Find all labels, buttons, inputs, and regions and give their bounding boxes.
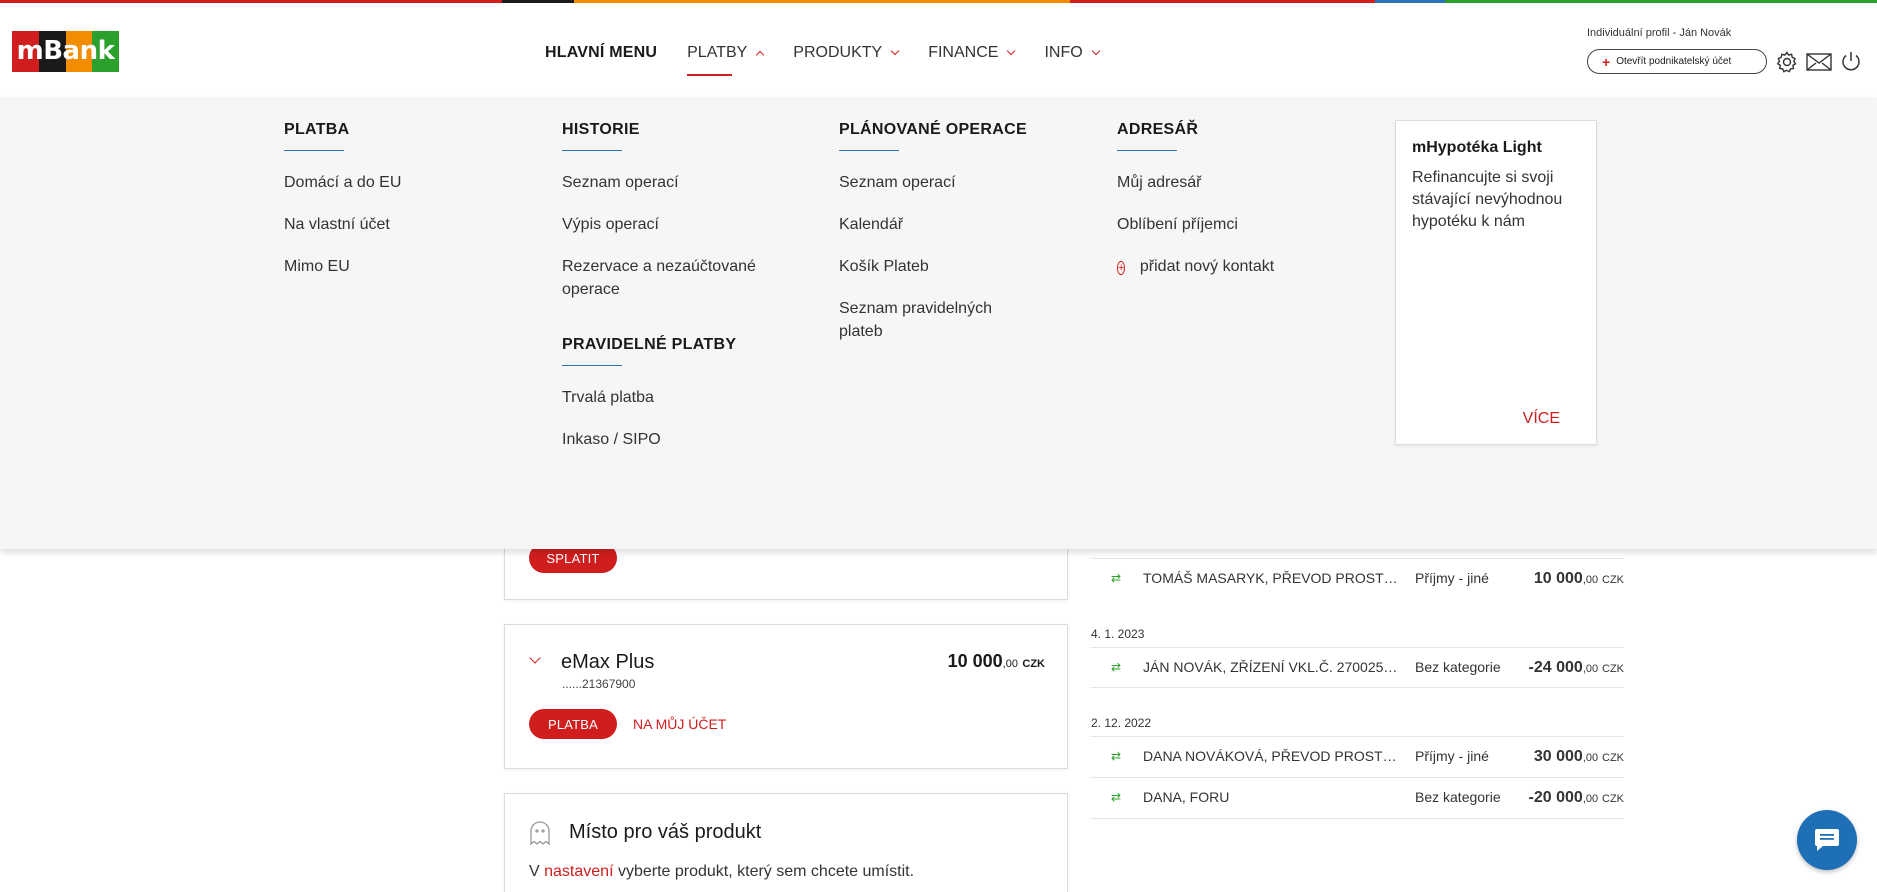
column-title: PRAVIDELNÉ PLATBY bbox=[562, 336, 772, 366]
platby-mega-menu: PLATBA Domácí a do EU Na vlastní účet Mi… bbox=[0, 97, 1877, 549]
nav-produkty[interactable]: PRODUKTY bbox=[793, 41, 900, 65]
divider bbox=[1091, 687, 1624, 688]
mbank-logo[interactable]: mBank bbox=[12, 31, 119, 72]
menu-link-seznam-operaci[interactable]: Seznam operací bbox=[562, 171, 772, 194]
transaction-name: JÁN NOVÁK, ZŘÍZENÍ VKL.Č. 2700254040 bbox=[1143, 659, 1405, 675]
transaction-name: DANA, FORU bbox=[1143, 789, 1230, 805]
divider bbox=[1091, 818, 1624, 819]
nav-label: PRODUKTY bbox=[793, 44, 883, 61]
menu-link-mimo-eu[interactable]: Mimo EU bbox=[284, 255, 401, 278]
menu-link-kalendar[interactable]: Kalendář bbox=[839, 213, 1029, 236]
plus-circle-icon: + bbox=[1117, 261, 1126, 275]
column-title: HISTORIE bbox=[562, 121, 772, 151]
main-nav: HLAVNÍ MENU PLATBY PRODUKTY FINANCE INFO bbox=[545, 41, 1129, 76]
menu-link-pravidelne-platby[interactable]: Seznam pravidelných plateb bbox=[839, 297, 1029, 343]
transaction-row[interactable]: ⇄ TOMÁŠ MASARYK, PŘEVOD PROSTŘEDKŮ Příjm… bbox=[1091, 558, 1624, 598]
nav-info[interactable]: INFO bbox=[1044, 41, 1100, 65]
menu-column-historie: HISTORIE Seznam operací Výpis operací Re… bbox=[562, 121, 772, 470]
menu-column-adresar: ADRESÁŘ Můj adresář Oblíbení příjemci + … bbox=[1117, 121, 1274, 297]
chat-button[interactable] bbox=[1797, 810, 1857, 870]
chevron-down-icon bbox=[1007, 46, 1016, 56]
menu-link-vypis-operaci[interactable]: Výpis operací bbox=[562, 213, 772, 236]
ghost-icon bbox=[529, 820, 551, 846]
transaction-name: TOMÁŠ MASARYK, PŘEVOD PROSTŘEDKŮ bbox=[1143, 570, 1405, 586]
balance-decimals: ,00 bbox=[1002, 658, 1018, 670]
promo-title: mHypotéka Light bbox=[1412, 139, 1542, 156]
account-card-emax: eMax Plus ......21367900 10 000,00 CZK P… bbox=[504, 624, 1068, 769]
column-title: ADRESÁŘ bbox=[1117, 121, 1274, 151]
na-muj-ucet-link[interactable]: NA MŮJ ÚČET bbox=[633, 716, 726, 732]
settings-link[interactable]: nastavení bbox=[544, 863, 613, 880]
promo-more-link[interactable]: VÍCE bbox=[1523, 410, 1560, 428]
transaction-category: Příjmy - jiné bbox=[1415, 570, 1489, 586]
nav-label: INFO bbox=[1044, 44, 1083, 61]
balance-currency: CZK bbox=[1022, 658, 1045, 670]
add-contact-link[interactable]: + přidat nový kontakt bbox=[1117, 255, 1274, 278]
column-title: PLÁNOVANÉ OPERACE bbox=[839, 121, 1029, 151]
transaction-category: Bez kategorie bbox=[1415, 659, 1501, 675]
account-balance: 10 000,00 CZK bbox=[948, 651, 1045, 672]
power-icon[interactable] bbox=[1838, 49, 1864, 75]
menu-column-planovane: PLÁNOVANÉ OPERACE Seznam operací Kalendá… bbox=[839, 121, 1029, 362]
placeholder-title: Místo pro váš produkt bbox=[569, 821, 762, 843]
menu-link-rezervace[interactable]: Rezervace a nezaúčtované operace bbox=[562, 255, 772, 301]
platba-button[interactable]: PLATBA bbox=[529, 709, 617, 739]
transaction-name: DANA NOVÁKOVÁ, PŘEVOD PROSTŘEDKŮ bbox=[1143, 748, 1405, 764]
transaction-category: Bez kategorie bbox=[1415, 789, 1501, 805]
mail-icon[interactable] bbox=[1806, 49, 1832, 75]
transaction-date-header: 4. 1. 2023 bbox=[1091, 627, 1145, 641]
account-name[interactable]: eMax Plus bbox=[561, 651, 654, 674]
column-title: PLATBA bbox=[284, 121, 401, 151]
menu-link-seznam-operaci-plan[interactable]: Seznam operací bbox=[839, 171, 1029, 194]
placeholder-text: V nastavení vyberte produkt, který sem c… bbox=[529, 863, 915, 880]
promo-card[interactable]: mHypotéka Light Refinancujte si svoji st… bbox=[1395, 120, 1597, 445]
transaction-row[interactable]: ⇄ DANA NOVÁKOVÁ, PŘEVOD PROSTŘEDKŮ Příjm… bbox=[1091, 736, 1624, 776]
menu-link-vlastni-ucet[interactable]: Na vlastní účet bbox=[284, 213, 401, 236]
nav-label: HLAVNÍ MENU bbox=[545, 44, 658, 61]
menu-link-muj-adresar[interactable]: Můj adresář bbox=[1117, 171, 1274, 194]
chat-bubble-icon bbox=[1815, 829, 1839, 851]
chevron-up-icon bbox=[756, 50, 765, 60]
add-contact-label: přidat nový kontakt bbox=[1139, 258, 1275, 275]
menu-link-oblibeni[interactable]: Oblíbení příjemci bbox=[1117, 213, 1274, 236]
menu-link-inkaso[interactable]: Inkaso / SIPO bbox=[562, 428, 772, 451]
account-number: ......21367900 bbox=[562, 677, 636, 691]
chevron-down-icon bbox=[890, 46, 900, 56]
chevron-down-icon[interactable] bbox=[529, 652, 541, 664]
nav-hlavni-menu[interactable]: HLAVNÍ MENU bbox=[545, 41, 657, 65]
open-account-label: Otevřít podnikatelský účet bbox=[1616, 56, 1732, 67]
transaction-amount: -24 000,00 CZK bbox=[1528, 659, 1624, 676]
nav-finance[interactable]: FINANCE bbox=[928, 41, 1016, 65]
menu-column-platba: PLATBA Domácí a do EU Na vlastní účet Mi… bbox=[284, 121, 401, 297]
transfer-icon: ⇄ bbox=[1111, 790, 1122, 804]
transaction-amount: 30 000,00 CZK bbox=[1533, 748, 1624, 765]
gear-icon[interactable] bbox=[1774, 49, 1800, 75]
transaction-amount: -20 000,00 CZK bbox=[1528, 789, 1624, 806]
open-business-account-button[interactable]: + Otevřít podnikatelský účet bbox=[1587, 49, 1767, 74]
menu-link-domaci[interactable]: Domácí a do EU bbox=[284, 171, 401, 194]
nav-label: FINANCE bbox=[928, 44, 999, 61]
transaction-date-header: 2. 12. 2022 bbox=[1091, 716, 1152, 730]
profile-label[interactable]: Individuální profil - Ján Novák bbox=[1587, 27, 1731, 39]
nav-label: PLATBY bbox=[687, 44, 748, 61]
header: mBank HLAVNÍ MENU PLATBY PRODUKTY FINANC… bbox=[0, 3, 1877, 97]
menu-link-trvala-platba[interactable]: Trvalá platba bbox=[562, 386, 772, 409]
product-placeholder-card: Místo pro váš produkt V nastavení vybert… bbox=[504, 793, 1068, 892]
transfer-icon: ⇄ bbox=[1111, 749, 1122, 763]
transaction-category: Příjmy - jiné bbox=[1415, 748, 1489, 764]
promo-text: Refinancujte si svoji stávající nevýhodn… bbox=[1412, 169, 1563, 230]
nav-platby[interactable]: PLATBY bbox=[687, 41, 765, 76]
transaction-row[interactable]: ⇄ DANA, FORU Bez kategorie -20 000,00 CZ… bbox=[1091, 777, 1624, 817]
transaction-amount: 10 000,00 CZK bbox=[1533, 570, 1624, 587]
plus-icon: + bbox=[1602, 53, 1611, 70]
logo-text: mBank bbox=[16, 36, 115, 66]
balance-main: 10 000 bbox=[947, 651, 1003, 671]
transaction-row[interactable]: ⇄ JÁN NOVÁK, ZŘÍZENÍ VKL.Č. 2700254040 B… bbox=[1091, 647, 1624, 687]
transfer-icon: ⇄ bbox=[1111, 660, 1122, 674]
transfer-icon: ⇄ bbox=[1111, 571, 1122, 585]
chevron-down-icon bbox=[1091, 46, 1100, 56]
menu-link-kosik[interactable]: Košík Plateb bbox=[839, 255, 1029, 278]
